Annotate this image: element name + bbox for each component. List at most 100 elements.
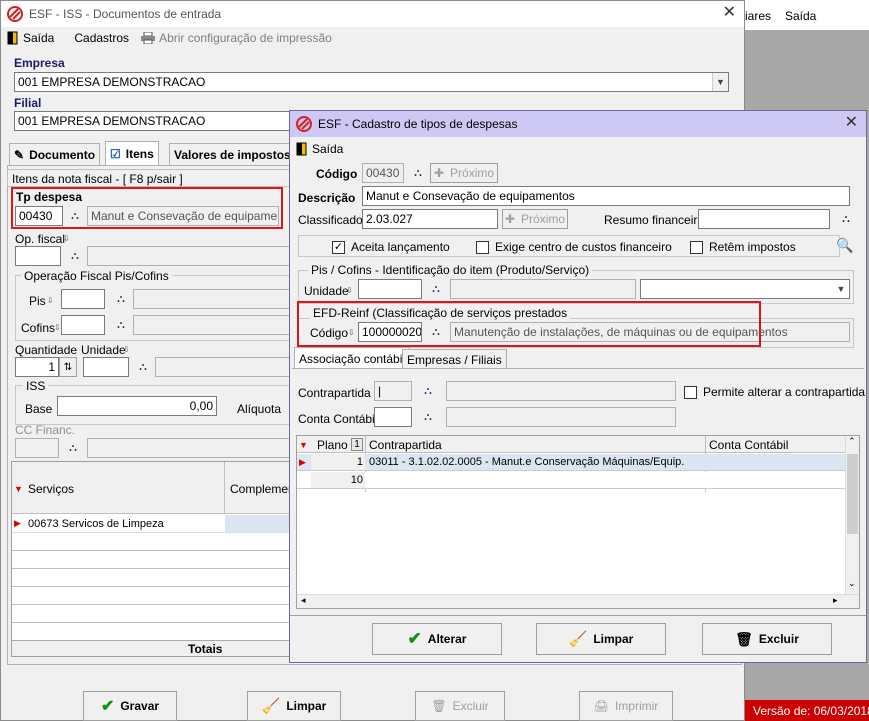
gravar-button[interactable]: ✔ Gravar [83,691,177,721]
main-close-icon[interactable]: ✕ [723,5,736,21]
classificador-input[interactable]: 2.03.027 [362,209,498,229]
binoculars-icon[interactable]: ⛬ [836,209,856,229]
proximo-classificador-button[interactable]: ✚ Próximo [502,209,568,229]
contrapartida-input[interactable]: | [374,381,412,401]
col-conta-contabil[interactable]: Conta Contábil [709,438,788,452]
modal-close-icon[interactable]: ✕ [845,115,858,131]
tab-associacao-contabil[interactable]: Associação contábil [294,347,411,369]
conta-contabil-input[interactable] [374,407,412,427]
vertical-scrollbar[interactable]: ⌃ ⌄ [845,436,859,594]
aceita-lancamento-checkbox[interactable]: ✓ Aceita lançamento [332,240,450,254]
sort-indicator-icon: ▼ [14,484,23,494]
binoculars-icon[interactable]: ⛬ [408,163,428,183]
table-row[interactable]: ▶ 00673 Servicos de Limpeza [12,515,294,533]
base-input[interactable]: 0,00 [57,396,217,416]
current-row-icon: ▶ [14,518,21,528]
modal-window: ESF - Cadastro de tipos de despesas ✕ Sa… [289,110,867,663]
binoculars-icon[interactable]: ⛬ [418,407,438,427]
plus-icon: ✚ [433,166,445,180]
background-menu-item[interactable]: iares [745,9,771,23]
codigo-label: Código [316,167,358,181]
chevron-right-icon[interactable]: ▸ [833,595,838,606]
modal-limpar-button[interactable]: 🧹 Limpar [536,623,666,655]
tab-documento[interactable]: ✎ Documento [9,143,101,165]
proximo-button[interactable]: ✚ Próximo [430,163,498,183]
descricao-input[interactable]: Manut e Consevação de equipamentos [362,186,850,206]
op-pis-cofins-label: Operação Fiscal Pis/Cofins [21,269,172,283]
resumo-financeiro-input[interactable] [698,209,830,229]
tab-valores-impostos[interactable]: Valores de impostos [169,143,296,165]
imprimir-button[interactable]: 🖨 Imprimir [579,691,673,721]
filial-label: Filial [14,96,42,110]
descricao-label: Descrição [298,191,356,205]
scrollbar-thumb[interactable] [847,454,858,534]
unidade-label: Unidade [81,343,126,357]
version-status: Versão de: 06/03/2018 [745,700,869,721]
modal-menu-exit[interactable]: Saída [296,142,343,156]
horizontal-scrollbar[interactable]: ◂ ▸ [297,594,859,608]
binoculars-icon[interactable]: ⛬ [418,381,438,401]
filter-icon: ⇩ [63,234,70,243]
pis-desc [133,289,293,309]
pis-label: Pis [29,294,46,308]
menu-cadastros[interactable]: Cadastros [74,31,129,45]
unidade-label: Unidade [304,284,349,298]
alterar-button[interactable]: ✔ Alterar [372,623,502,655]
retem-impostos-checkbox[interactable]: Retêm impostos [690,240,796,254]
filter-icon: ⇩ [54,323,61,332]
services-grid: ▼ Serviços Complemento ▶ 00673 Servicos … [11,461,305,657]
table-row[interactable]: 10 [297,472,845,489]
tab-empresas-filiais[interactable]: Empresas / Filiais [402,349,507,369]
unidade-input[interactable] [83,357,129,377]
chevron-down-icon[interactable]: ▼ [712,73,728,91]
binoculars-icon[interactable]: ⛬ [111,289,131,309]
door-exit-icon [7,31,18,45]
binoculars-icon[interactable]: ⛬ [63,438,83,458]
limpar-button[interactable]: 🧹 Limpar [247,691,341,721]
quantidade-input[interactable]: 1 [15,357,59,377]
binoculars-icon[interactable]: ⛬ [426,279,446,299]
esf-logo-icon [296,116,312,132]
tab-itens[interactable]: ☑ Itens [105,141,159,165]
op-fiscal-label: Op. fiscal [15,232,66,246]
menu-print-config[interactable]: Abrir configuração de impressão [141,31,332,45]
sort-order-badge: 1 [351,438,363,451]
highlight-tp-despesa [11,187,283,229]
empresa-select[interactable]: 001 EMPRESA DEMONSTRACAO ▼ [14,72,729,92]
cofins-input[interactable] [61,315,105,335]
binoculars-icon[interactable]: ⛬ [111,315,131,335]
col-plano[interactable]: Plano [317,438,348,452]
binoculars-icon[interactable]: ⛬ [133,357,153,377]
col-servicos[interactable]: Serviços [28,482,74,496]
chevron-up-icon[interactable]: ⌃ [848,436,856,447]
exige-centro-custos-checkbox[interactable]: Exige centro de custos financeiro [476,240,672,254]
table-row[interactable]: ▶ 1 03011 - 3.1.02.02.0005 - Manut.e Con… [297,454,845,471]
checkmark-icon: ✓ [332,240,345,254]
totals-row: Totais [12,640,294,656]
resumo-financeiro-label: Resumo financeiro [604,213,705,227]
permite-alterar-checkbox[interactable]: Permite alterar a contrapartida [684,385,865,399]
pis-input[interactable] [61,289,105,309]
zoom-search-icon[interactable]: 🔍 [836,237,853,254]
filter-icon: ⇩ [47,296,54,305]
codigo-input[interactable]: 00430 [362,163,404,183]
trash-icon: 🗑 [735,630,753,647]
modal-excluir-button[interactable]: 🗑 Excluir [702,623,832,655]
op-fiscal-input[interactable] [15,246,61,266]
excluir-button[interactable]: 🗑 Excluir [415,691,505,721]
chevron-left-icon[interactable]: ◂ [301,595,306,606]
col-contrapartida[interactable]: Contrapartida [369,438,442,452]
modal-unidade-input[interactable] [358,279,422,299]
background-menu-exit[interactable]: Saída [785,9,816,23]
main-title: ESF - ISS - Documentos de entrada [29,7,222,21]
item-type-select[interactable]: ▼ [640,279,850,299]
quantity-stepper[interactable]: ⇅ [59,357,77,377]
cc-financ-input[interactable] [15,438,59,458]
pis-cofins-group-label: Pis / Cofins - Identificação do item (Pr… [308,263,593,277]
items-header-bar: Itens da nota fiscal - [ F8 p/sair ] [7,169,295,187]
chevron-down-icon[interactable]: ▼ [833,280,849,298]
menu-exit[interactable]: Saída [7,31,54,45]
totais-label: Totais [188,642,223,656]
binoculars-icon[interactable]: ⛬ [65,246,85,266]
chevron-down-icon[interactable]: ⌄ [848,578,856,589]
